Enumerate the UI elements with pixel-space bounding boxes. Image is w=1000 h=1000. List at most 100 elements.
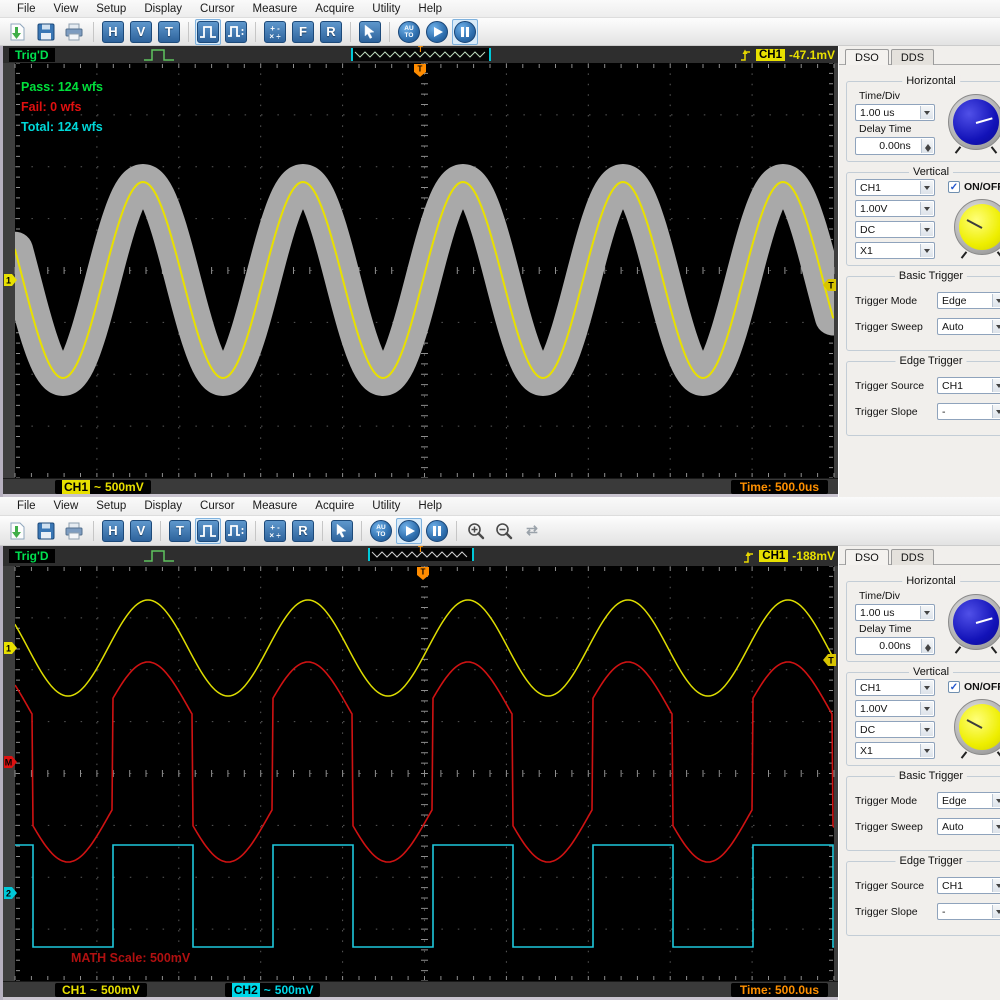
tab-dso[interactable]: DSO [845, 549, 889, 565]
waveform-preview[interactable]: T [367, 545, 474, 561]
probe-select[interactable]: X1 [855, 242, 935, 259]
trigger-panel-button[interactable]: T [167, 518, 193, 544]
menu-item-acquire[interactable]: Acquire [306, 499, 363, 513]
menu-item-file[interactable]: File [8, 499, 45, 513]
channel-select[interactable]: CH1 [855, 679, 935, 696]
open-button[interactable] [5, 518, 31, 544]
menu-item-measure[interactable]: Measure [244, 2, 307, 16]
single-waveform-button[interactable] [195, 18, 221, 45]
horizontal-panel-icon: H [102, 20, 124, 43]
horizontal-knob[interactable] [948, 594, 1000, 654]
menu-item-help[interactable]: Help [409, 499, 451, 513]
print-button[interactable] [61, 518, 87, 544]
math-button[interactable]: + - × ÷ [262, 19, 288, 45]
menu-item-utility[interactable]: Utility [363, 2, 409, 16]
save-button[interactable] [33, 518, 59, 544]
timediv-select[interactable]: 1.00 us [855, 104, 935, 121]
knob-leg [960, 251, 968, 259]
menu-item-display[interactable]: Display [135, 499, 191, 513]
trigger-panel-button[interactable]: T [156, 19, 182, 45]
menu-item-measure[interactable]: Measure [244, 499, 307, 513]
fft-button[interactable]: F [290, 19, 316, 45]
trigger-mode-label: Trigger Mode [855, 294, 918, 307]
menu-item-cursor[interactable]: Cursor [191, 2, 244, 16]
menu-item-help[interactable]: Help [409, 2, 451, 16]
reference-button[interactable]: R [290, 518, 316, 544]
probe-select[interactable]: X1 [855, 742, 935, 759]
menu-item-display[interactable]: Display [135, 2, 191, 16]
pause-button[interactable] [424, 518, 450, 544]
transfer-button[interactable]: ⇄ [519, 518, 545, 544]
reference-button[interactable]: R [318, 19, 344, 45]
zoom-out-button[interactable] [491, 518, 517, 544]
print-button[interactable] [61, 19, 87, 45]
save-button[interactable] [33, 19, 59, 45]
channel-onoff-checkbox[interactable]: ✓ ON/OFF [948, 681, 1000, 693]
menu-item-acquire[interactable]: Acquire [306, 2, 363, 16]
open-button[interactable] [5, 19, 31, 45]
run-button[interactable] [424, 19, 450, 45]
multi-waveform-button[interactable] [223, 19, 249, 45]
scope-display[interactable]: Pass: 124 wfs Fail: 0 wfs Total: 124 wfs 1 T… [3, 63, 838, 478]
vertical-panel-button[interactable]: V [128, 518, 154, 544]
auto-setup-icon: AU TO [398, 20, 420, 43]
menu-item-utility[interactable]: Utility [363, 499, 409, 513]
delay-time-input[interactable]: 0.00ns [855, 637, 935, 655]
timediv-select[interactable]: 1.00 us [855, 604, 935, 621]
trigger-sweep-select[interactable]: Auto [937, 318, 1000, 335]
channel-select[interactable]: CH1 [855, 179, 935, 196]
open-icon [7, 21, 29, 43]
horizontal-knob[interactable] [948, 94, 1000, 154]
zoom-in-button[interactable] [463, 518, 489, 544]
cursor-tool-button[interactable] [357, 19, 383, 45]
multi-waveform-icon [225, 519, 247, 542]
trigger-slope-select[interactable]: - [937, 403, 1000, 420]
menu-item-file[interactable]: File [8, 2, 45, 16]
tab-dso[interactable]: DSO [845, 49, 889, 65]
trigger-slope-select[interactable]: - [937, 903, 1000, 920]
vertical-panel-icon: V [130, 519, 152, 542]
cursor-tool-button[interactable] [329, 518, 355, 544]
knob-pointer [975, 117, 993, 124]
single-waveform-button[interactable] [195, 517, 221, 544]
trigger-mode-select[interactable]: Edge [937, 792, 1000, 809]
waveform-preview[interactable]: T [350, 45, 491, 61]
multi-waveform-button[interactable] [223, 518, 249, 544]
coupling-select[interactable]: DC [855, 221, 935, 238]
volts-div-select[interactable]: 1.00V [855, 200, 935, 217]
channel-onoff-checkbox[interactable]: ✓ ON/OFF [948, 181, 1000, 193]
trigger-source-select[interactable]: CH1 [937, 877, 1000, 894]
tab-dds[interactable]: DDS [890, 549, 935, 565]
spinner-buttons[interactable] [921, 639, 933, 653]
horizontal-panel-button[interactable]: H [100, 518, 126, 544]
spinner-buttons[interactable] [921, 139, 933, 153]
menu-item-view[interactable]: View [45, 2, 88, 16]
menu-item-view[interactable]: View [45, 499, 88, 513]
pause-button[interactable] [452, 18, 478, 45]
chevron-down-icon [920, 744, 933, 757]
auto-setup-button[interactable]: AU TO [396, 19, 422, 45]
trigger-rows: Trigger Mode Edge Trigger Sweep Auto [852, 292, 1000, 335]
trigger-sweep-row: Trigger Sweep Auto [855, 318, 1000, 335]
vertical-knob[interactable] [954, 699, 1000, 759]
trigger-mode-select[interactable]: Edge [937, 292, 1000, 309]
horizontal-panel-button[interactable]: H [100, 19, 126, 45]
trigger-sweep-select[interactable]: Auto [937, 818, 1000, 835]
volts-div-select[interactable]: 1.00V [855, 700, 935, 717]
run-button[interactable] [396, 517, 422, 544]
delay-time-input[interactable]: 0.00ns [855, 137, 935, 155]
svg-text:T: T [421, 568, 426, 577]
menu-item-cursor[interactable]: Cursor [191, 499, 244, 513]
menu-item-setup[interactable]: Setup [87, 499, 135, 513]
channel-readout: CH1 ~500mV [55, 982, 147, 997]
coupling-select[interactable]: DC [855, 721, 935, 738]
vertical-panel-button[interactable]: V [128, 19, 154, 45]
math-button[interactable]: + - × ÷ [262, 518, 288, 544]
vertical-knob[interactable] [954, 199, 1000, 259]
scope-display[interactable]: MATH Scale: 500mV 1 M 2 T T [3, 566, 838, 981]
auto-setup-button[interactable]: AU TO [368, 518, 394, 544]
trigger-source-select[interactable]: CH1 [937, 377, 1000, 394]
horizontal-group: Horizontal Time/Div 1.00 us Delay Time 0… [846, 75, 1000, 162]
menu-item-setup[interactable]: Setup [87, 2, 135, 16]
tab-dds[interactable]: DDS [890, 49, 935, 65]
